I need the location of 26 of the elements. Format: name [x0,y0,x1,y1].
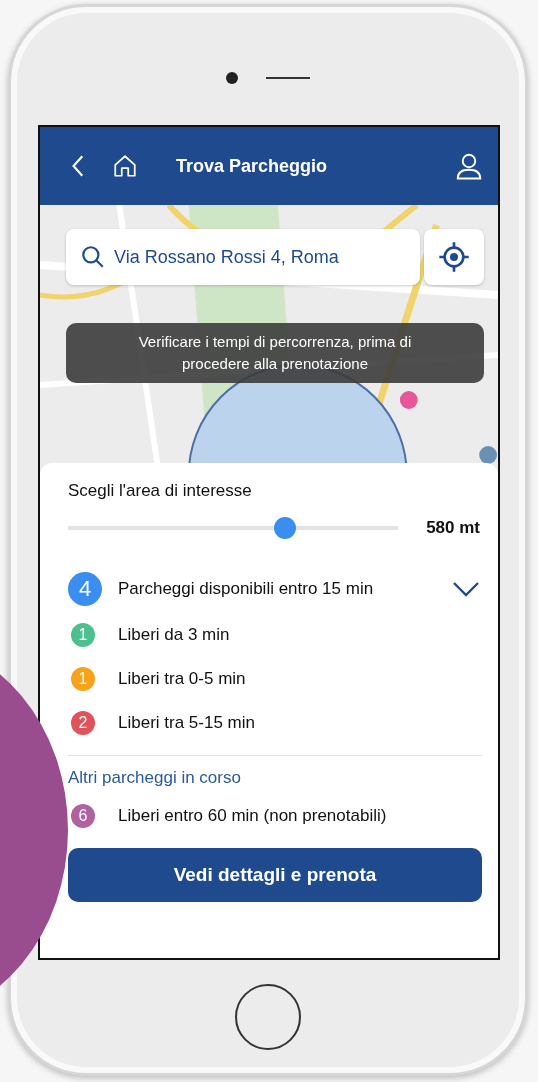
count-badge: 2 [71,711,95,735]
crosshair-icon [438,241,470,273]
item-label: Liberi da 3 min [118,625,230,645]
home-icon[interactable] [112,153,138,179]
count-badge: 1 [71,623,95,647]
chevron-down-icon[interactable] [452,581,480,597]
radius-reading: 580 mt [426,518,480,538]
slider-thumb[interactable] [274,517,297,539]
item-label: Liberi entro 60 min (non prenotabili) [118,806,387,826]
summary-label: Parcheggi disponibili entro 15 min [118,579,374,599]
count-badge: 1 [71,667,95,691]
locate-button[interactable] [424,229,484,285]
screen-title: Trova Parcheggio [176,155,328,177]
count-badge: 4 [68,572,102,606]
camera-icon [226,72,238,84]
item-label: Liberi tra 5-15 min [118,713,255,733]
user-icon[interactable] [454,151,484,181]
notice-toast: Verificare i tempi di percorrenza, prima di procedere alla prenotazione [66,323,484,383]
count-badge: 6 [71,804,95,828]
item-label: Liberi tra 0-5 min [118,669,246,689]
details-button[interactable]: Vedi dettagli e prenota [68,848,482,902]
search-icon [80,244,106,270]
home-button[interactable] [235,983,301,1050]
section-title: Altri parcheggi in corso [68,768,242,788]
area-label: Scegli l'area di interesse [68,481,253,501]
search-field[interactable]: Via Rossano Rossi 4, Roma [66,229,420,285]
